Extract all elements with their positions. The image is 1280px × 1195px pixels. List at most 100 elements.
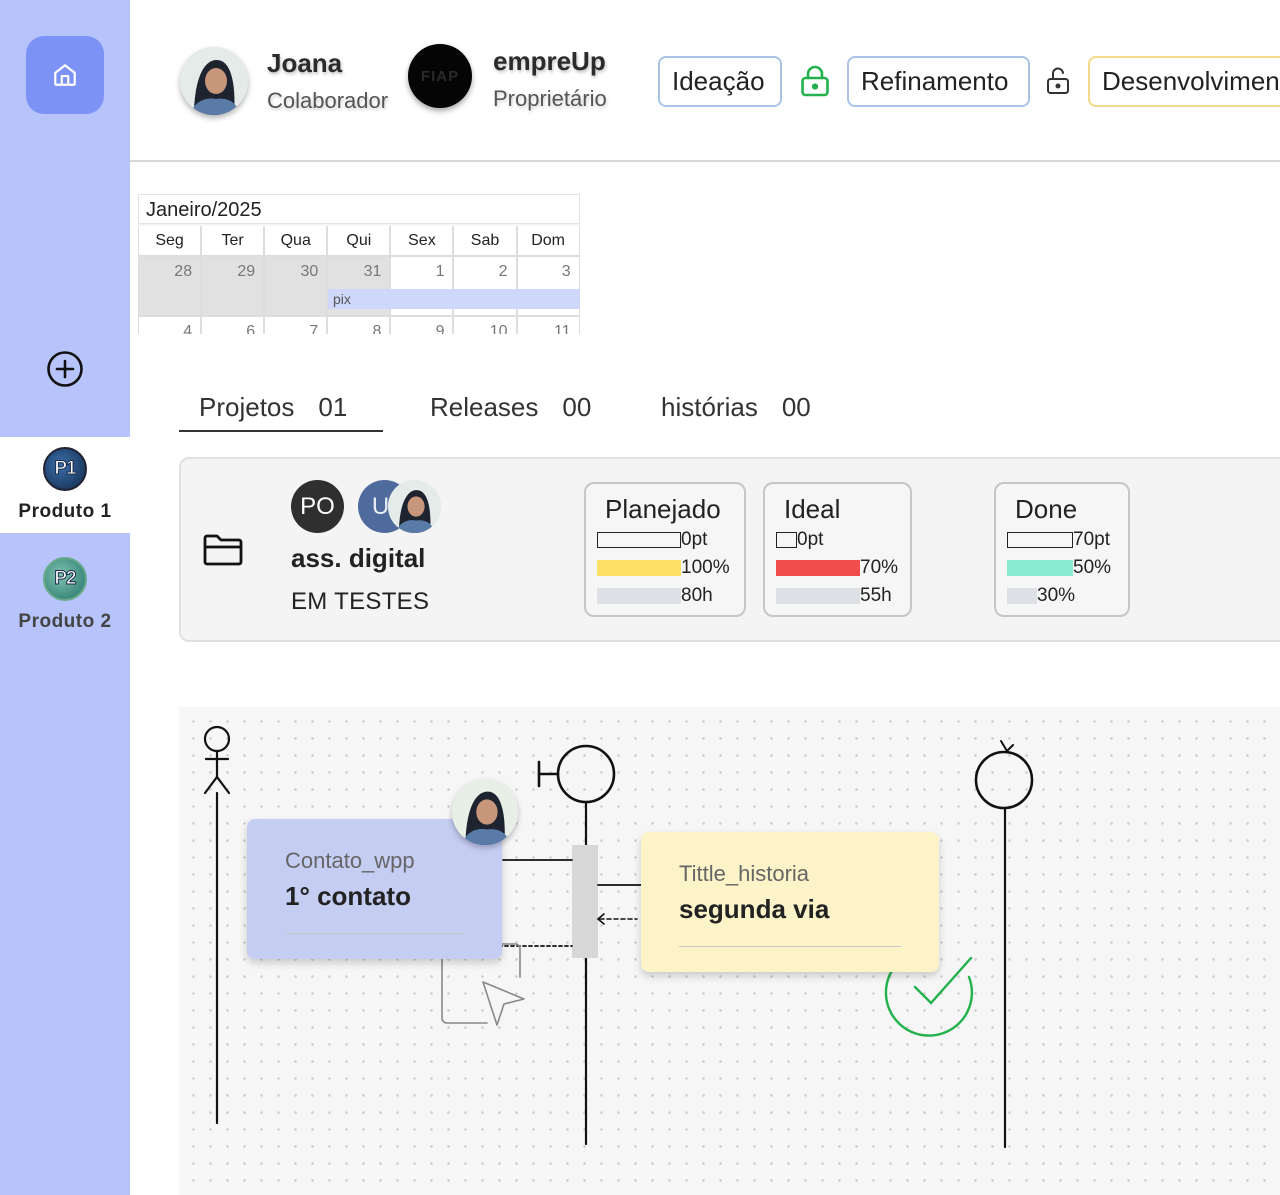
header: Joana Colaborador FIAP empreUp Proprietá… — [130, 0, 1280, 162]
plus-circle-icon — [47, 351, 83, 387]
weekday-header: Dom — [516, 226, 580, 256]
user-avatar[interactable] — [180, 47, 248, 115]
member-initials: PO — [300, 492, 335, 520]
metric-bar — [597, 532, 681, 548]
tab-label: Releases — [430, 392, 539, 422]
calendar-day[interactable]: 6 — [201, 316, 265, 334]
metric-bar — [597, 588, 681, 604]
calendar-day[interactable]: 11 — [516, 316, 580, 334]
tab-historias[interactable]: histórias 00 — [661, 392, 811, 423]
calendar-month: Janeiro/2025 — [138, 194, 580, 224]
metric-planejado: Planejado 0pt 100% 80h — [584, 482, 746, 617]
calendar-day[interactable]: 4 — [138, 316, 202, 334]
story-card-subtitle: Contato_wpp — [285, 848, 415, 873]
phase-desenvolvimento[interactable]: Desenvolvimento — [1088, 56, 1280, 107]
metric-bar — [597, 560, 681, 576]
metric-row: 70% — [776, 557, 899, 578]
metric-row: 30% — [1007, 585, 1076, 606]
tab-label: Projetos — [199, 392, 295, 422]
member-avatar-po[interactable]: PO — [291, 480, 344, 533]
calendar-grid: Seg Ter Qua Qui Sex Sab Dom 28 29 30 31 … — [138, 226, 580, 334]
tab-releases[interactable]: Releases 00 — [430, 392, 591, 423]
weekday-header: Qui — [327, 226, 391, 256]
member-photo-avatar[interactable] — [388, 480, 441, 533]
metric-value: 50% — [1073, 557, 1112, 578]
phase-label: Ideação — [672, 66, 765, 96]
member-initials: U — [371, 492, 390, 520]
metric-value: 55h — [860, 585, 892, 606]
metric-value: 80h — [681, 585, 713, 606]
calendar-event[interactable]: pix — [328, 289, 580, 309]
calendar-day[interactable]: 7 — [264, 316, 328, 334]
weekday-header: Seg — [138, 226, 202, 256]
metric-title: Ideal — [784, 494, 841, 524]
metric-title: Done — [1015, 494, 1078, 524]
metric-bar — [1007, 532, 1073, 548]
tab-count: 00 — [562, 392, 592, 422]
sidebar-item-produto-1[interactable]: P1 Produto 1 — [0, 437, 130, 533]
metric-value: 0pt — [797, 529, 824, 550]
lock-open-icon[interactable] — [1044, 64, 1072, 98]
project-status: EM TESTES — [291, 588, 430, 615]
calendar-day[interactable]: 10 — [453, 316, 517, 334]
user-role: Colaborador — [267, 88, 389, 113]
sequence-diagram-canvas[interactable]: Contato_wpp 1° contato Tittle_historia s… — [179, 707, 1280, 1195]
tab-count: 00 — [781, 392, 811, 422]
assignee-avatar[interactable] — [452, 779, 518, 845]
metric-value: 30% — [1037, 585, 1076, 606]
org-logo[interactable]: FIAP — [408, 44, 472, 108]
phase-label: Desenvolvimento — [1102, 66, 1280, 96]
active-tab-indicator — [179, 430, 383, 432]
metric-bar — [776, 588, 860, 604]
home-button[interactable] — [26, 36, 104, 114]
story-card-subtitle: Tittle_historia — [679, 861, 810, 886]
person-photo-icon — [180, 47, 248, 115]
calendar-day[interactable]: 8 — [327, 316, 391, 334]
calendar-day[interactable]: 29 — [201, 256, 265, 316]
product-label: Produto 1 — [18, 501, 112, 522]
actor-icon[interactable] — [203, 725, 231, 795]
calendar-day[interactable]: 30 — [264, 256, 328, 316]
boundary-icon[interactable] — [537, 744, 616, 804]
sidebar-item-produto-2[interactable]: P2 Produto 2 — [0, 547, 130, 643]
phase-ideacao[interactable]: Ideação — [658, 56, 782, 107]
add-product-button[interactable] — [46, 350, 84, 388]
sidebar: P1 Produto 1 P2 Produto 2 — [0, 0, 130, 1195]
org-logo-text: FIAP — [420, 67, 460, 85]
phase-refinamento[interactable]: Refinamento — [847, 56, 1030, 107]
metric-row: 80h — [597, 585, 713, 606]
metric-value: 70% — [860, 557, 899, 578]
tab-projetos[interactable]: Projetos 01 — [199, 392, 347, 423]
metric-row: 70pt — [1007, 529, 1110, 550]
divider — [679, 946, 901, 947]
metric-done: Done 70pt 50% 30% — [994, 482, 1130, 617]
metric-row: 100% — [597, 557, 730, 578]
story-card-contato[interactable]: Contato_wpp 1° contato — [247, 819, 502, 959]
folder-icon[interactable] — [202, 532, 244, 568]
divider — [285, 933, 465, 934]
calendar-day[interactable]: 9 — [390, 316, 454, 334]
metric-row: 55h — [776, 585, 892, 606]
metric-row: 0pt — [597, 529, 707, 550]
calendar-day[interactable]: 28 — [138, 256, 202, 316]
story-card-title: 1° contato — [285, 881, 411, 911]
activation-bar — [572, 845, 598, 958]
metric-row: 50% — [1007, 557, 1112, 578]
metric-row: 0pt — [776, 529, 824, 550]
weekday-header: Sab — [453, 226, 517, 256]
tab-label: histórias — [661, 392, 758, 422]
person-photo-icon — [452, 779, 518, 845]
metric-ideal: Ideal 0pt 70% 55h — [763, 482, 912, 617]
calendar-widget: Janeiro/2025 Seg Ter Qua Qui Sex Sab Dom… — [138, 194, 580, 334]
org-name: empreUp — [493, 46, 606, 76]
metric-title: Planejado — [605, 494, 721, 524]
product-badge: P2 — [43, 557, 87, 601]
lock-closed-icon[interactable] — [799, 64, 831, 98]
person-photo-icon — [388, 480, 441, 533]
control-icon[interactable] — [974, 740, 1034, 810]
metric-bar — [1007, 588, 1037, 604]
metric-bar — [776, 532, 797, 548]
metric-value: 70pt — [1073, 529, 1110, 550]
story-card-segunda-via[interactable]: Tittle_historia segunda via — [641, 832, 939, 972]
story-card-title: segunda via — [679, 894, 830, 924]
